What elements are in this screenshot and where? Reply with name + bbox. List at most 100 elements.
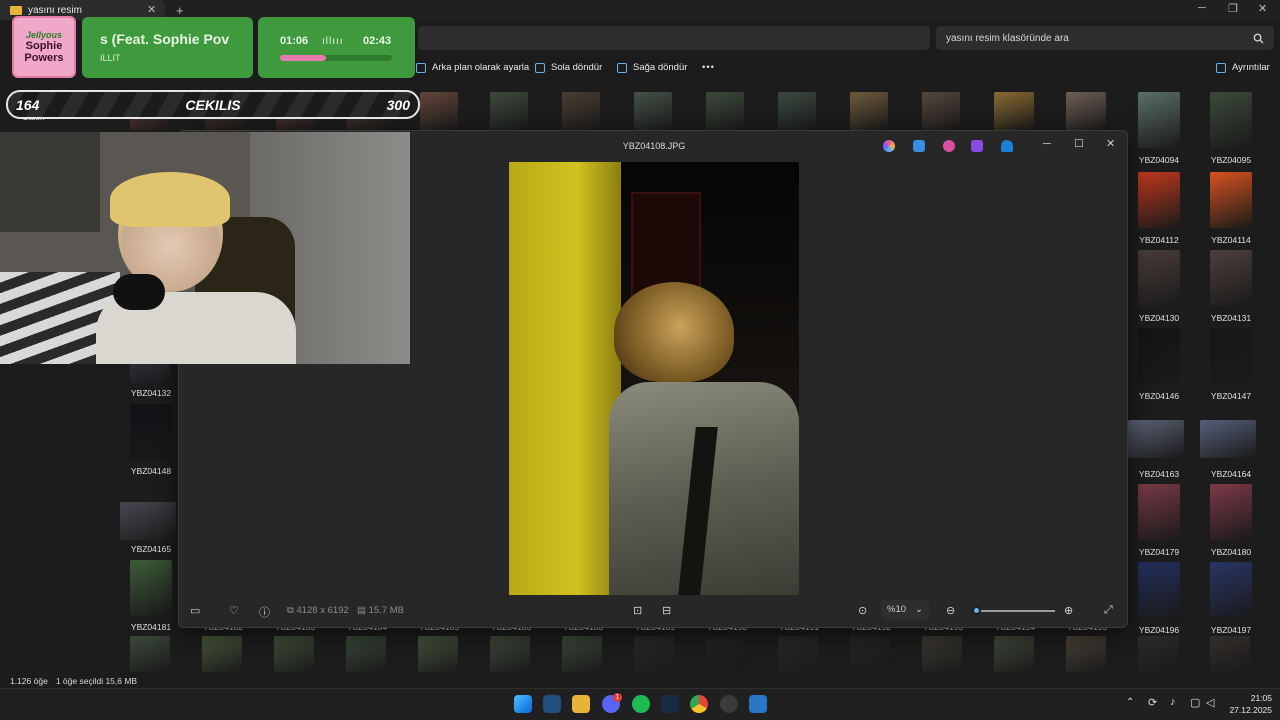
- thumbnail[interactable]: [850, 636, 890, 672]
- thumbnail[interactable]: [420, 92, 458, 130]
- details-pane-icon: [1216, 62, 1226, 73]
- thumbnail[interactable]: [994, 636, 1034, 672]
- steam-icon[interactable]: [661, 695, 679, 713]
- microphone-icon[interactable]: ♪: [1170, 696, 1176, 708]
- zoom-in-icon[interactable]: ⊕: [1064, 604, 1073, 617]
- thumbnail[interactable]: [1138, 250, 1180, 306]
- thumbnail[interactable]: [1138, 172, 1180, 228]
- status-bar: 1.126 öğe 1 öğe seçildi 15,6 MB: [0, 674, 1120, 688]
- thumbnail[interactable]: [1138, 92, 1180, 148]
- filesize-value: 15.7 MB: [368, 605, 405, 616]
- set-background-button[interactable]: Arka plan olarak ayarla: [416, 62, 529, 73]
- equalizer-icon: ıllııı: [322, 36, 344, 47]
- obs-icon[interactable]: [720, 695, 738, 713]
- thumbnail[interactable]: [562, 92, 600, 130]
- thumbnail[interactable]: [994, 92, 1034, 130]
- paint-icon[interactable]: [943, 140, 955, 152]
- thumbnail[interactable]: [778, 636, 818, 672]
- photos-icon[interactable]: [749, 695, 767, 713]
- thumbnail[interactable]: [634, 636, 674, 672]
- dimensions-value: 4128 x 6192: [296, 605, 349, 616]
- thumbnail[interactable]: [1200, 420, 1256, 458]
- thumbnail[interactable]: [130, 636, 170, 672]
- maximize-icon[interactable]: ❐: [1228, 2, 1238, 15]
- thumbnail-label: YBZ04095: [1210, 155, 1252, 165]
- thumbnail[interactable]: [1138, 328, 1180, 384]
- viewer-minimize-icon[interactable]: ─: [1043, 138, 1051, 150]
- filmstrip-icon[interactable]: ▭: [190, 604, 200, 617]
- thumbnail[interactable]: [850, 92, 888, 130]
- thumbnail[interactable]: [922, 636, 962, 672]
- thumbnail[interactable]: [1066, 636, 1106, 672]
- thumbnail[interactable]: [1138, 484, 1180, 540]
- thumbnail[interactable]: [1128, 420, 1184, 458]
- thumbnail[interactable]: [418, 636, 458, 672]
- thumbnail[interactable]: [634, 92, 672, 130]
- tray-expand-icon[interactable]: ⌃: [1126, 697, 1134, 708]
- search-input[interactable]: yasını resim klasöründe ara: [936, 26, 1274, 50]
- thumbnail[interactable]: [562, 636, 602, 672]
- main-photo: [509, 162, 799, 595]
- viewer-close-icon[interactable]: ✕: [1106, 137, 1115, 150]
- thumbnail[interactable]: [1210, 92, 1252, 148]
- thumbnail[interactable]: [1210, 250, 1252, 306]
- thumbnail[interactable]: [202, 636, 242, 672]
- thumbnail[interactable]: [1210, 172, 1252, 228]
- playback-panel: 01:06 ıllııı 02:43: [258, 17, 415, 78]
- thumbnail[interactable]: [1138, 636, 1178, 672]
- rotate-left-button[interactable]: Sola döndür: [535, 62, 602, 73]
- thumbnail[interactable]: [490, 636, 530, 672]
- thumbnail[interactable]: [706, 636, 746, 672]
- spotify-icon[interactable]: [632, 695, 650, 713]
- thumbnail[interactable]: [120, 502, 176, 540]
- address-bar[interactable]: [418, 26, 930, 50]
- zoom-slider-thumb[interactable]: [971, 606, 981, 615]
- details-button[interactable]: Ayrıntılar: [1216, 62, 1270, 73]
- thumbnail[interactable]: [346, 636, 386, 672]
- thumbnail[interactable]: [274, 636, 314, 672]
- progress-fill: [280, 55, 326, 61]
- text-extract-icon[interactable]: ⊟: [662, 604, 671, 617]
- thumbnail[interactable]: [1210, 328, 1252, 384]
- zoom-slider[interactable]: [975, 610, 1055, 612]
- display-icon[interactable]: ▢: [1190, 696, 1200, 709]
- thumbnail[interactable]: [490, 92, 528, 130]
- fullscreen-icon[interactable]: ⤢: [1104, 604, 1113, 617]
- visual-search-icon[interactable]: ⊡: [633, 604, 642, 617]
- thumbnail[interactable]: [922, 92, 960, 130]
- reader-icon[interactable]: [543, 695, 561, 713]
- info-icon[interactable]: ⓘ: [259, 604, 270, 620]
- minimize-icon[interactable]: ─: [1198, 2, 1206, 14]
- zoom-select[interactable]: %10 ⌄: [881, 600, 929, 620]
- actual-size-icon[interactable]: ⊙: [858, 604, 867, 617]
- new-tab-button[interactable]: +: [176, 3, 184, 18]
- favorite-icon[interactable]: ♡: [229, 604, 239, 617]
- close-tab-icon[interactable]: ✕: [147, 3, 156, 16]
- thumbnail[interactable]: [1066, 92, 1106, 130]
- thumbnail[interactable]: [130, 560, 172, 616]
- edit-icon[interactable]: [913, 140, 925, 152]
- windows-start-icon[interactable]: [514, 695, 532, 713]
- tray-sync-icon[interactable]: ⟳: [1148, 696, 1157, 709]
- clipchamp-icon[interactable]: [971, 140, 983, 152]
- rotate-right-button[interactable]: Sağa döndür: [617, 62, 687, 73]
- thumbnail[interactable]: [706, 92, 744, 130]
- chrome-icon[interactable]: [690, 695, 708, 713]
- thumbnail[interactable]: [778, 92, 816, 130]
- zoom-out-icon[interactable]: ⊖: [946, 604, 955, 617]
- thumbnail[interactable]: [130, 364, 170, 384]
- thumbnail[interactable]: [130, 404, 172, 460]
- thumbnail[interactable]: [1210, 484, 1252, 540]
- thumbnail[interactable]: [1210, 562, 1252, 618]
- clock[interactable]: 21:05 27.12.2025: [1226, 692, 1272, 716]
- onedrive-icon[interactable]: [1001, 140, 1013, 152]
- copilot-icon[interactable]: [883, 140, 895, 152]
- thumbnail[interactable]: [1210, 636, 1250, 672]
- thumbnail[interactable]: [1138, 562, 1180, 618]
- file-explorer-icon[interactable]: [572, 695, 590, 713]
- thumbnail-label: YBZ04147: [1210, 391, 1252, 401]
- close-window-icon[interactable]: ✕: [1258, 2, 1267, 15]
- more-options-button[interactable]: •••: [702, 62, 715, 73]
- volume-icon[interactable]: ◁: [1206, 696, 1214, 709]
- viewer-maximize-icon[interactable]: ☐: [1074, 137, 1084, 150]
